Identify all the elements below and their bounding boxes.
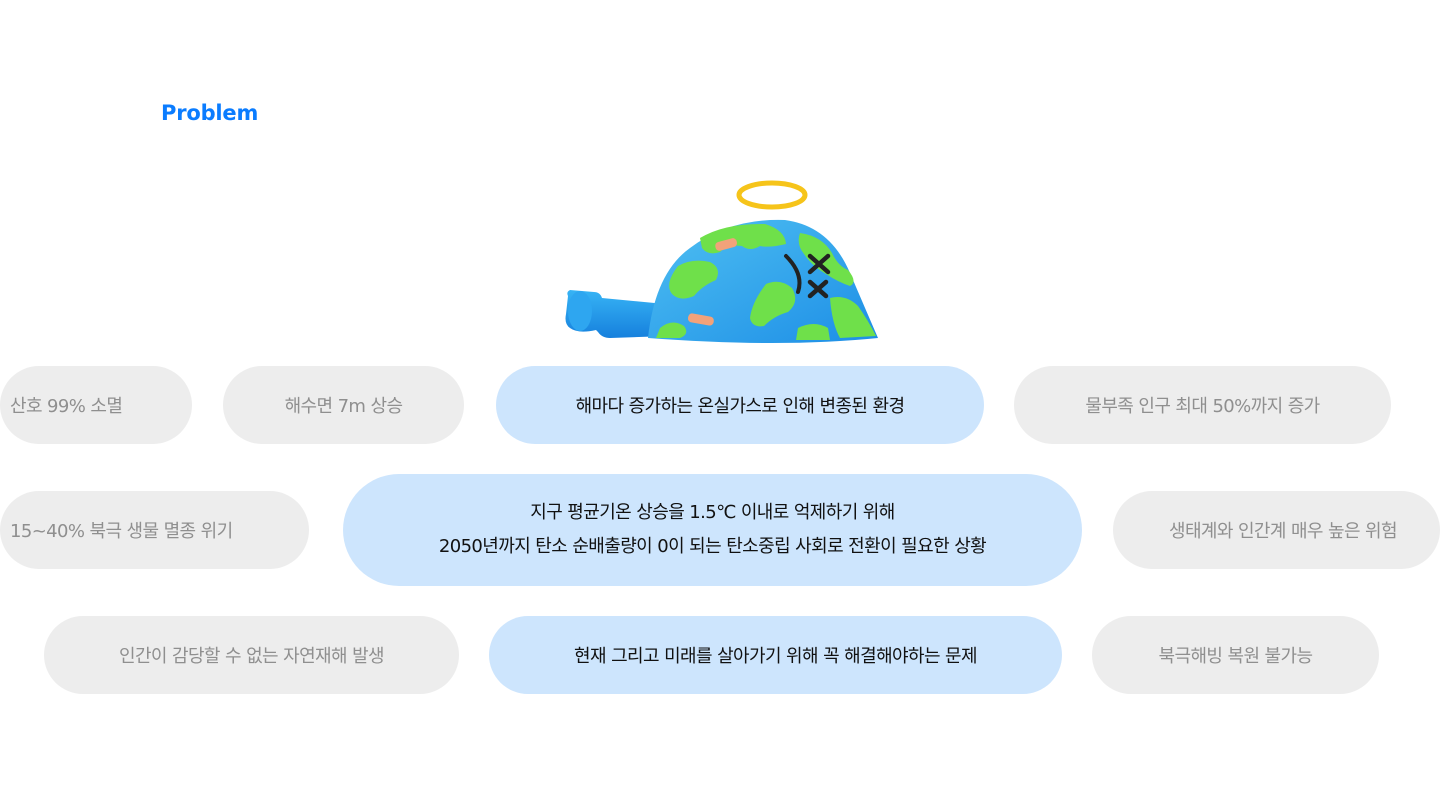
coral-extinction-pill: 산호 99% 소멸 (0, 366, 192, 444)
melted-earth-with-halo-icon (560, 178, 885, 343)
carbon-neutral-line-2: 2050년까지 탄소 순배출량이 0이 되는 탄소중립 사회로 전환이 필요한 … (438, 536, 987, 557)
carbon-neutral-line-1: 지구 평균기온 상승을 1.5℃ 이내로 억제하기 위해 (530, 502, 895, 523)
arctic-ice-pill: 북극해빙 복원 불가능 (1092, 616, 1379, 694)
carbon-neutral-pill: 지구 평균기온 상승을 1.5℃ 이내로 억제하기 위해 2050년까지 탄소 … (343, 474, 1082, 586)
section-label: Problem (161, 101, 259, 125)
natural-disaster-pill: 인간이 감당할 수 없는 자연재해 발생 (44, 616, 459, 694)
ecosystem-risk-pill: 생태계와 인간계 매우 높은 위험 (1113, 491, 1440, 569)
present-future-pill: 현재 그리고 미래를 살아가기 위해 꼭 해결해야하는 문제 (489, 616, 1062, 694)
water-shortage-pill: 물부족 인구 최대 50%까지 증가 (1014, 366, 1391, 444)
problem-page: Problem 산호 99% 소멸 해수면 7m 상승 해마다 증가하는 온실가… (0, 0, 1440, 800)
arctic-species-pill: 15~40% 북극 생물 멸종 위기 (0, 491, 309, 569)
greenhouse-gas-pill: 해마다 증가하는 온실가스로 인해 변종된 환경 (496, 366, 984, 444)
sea-level-rise-pill: 해수면 7m 상승 (223, 366, 464, 444)
